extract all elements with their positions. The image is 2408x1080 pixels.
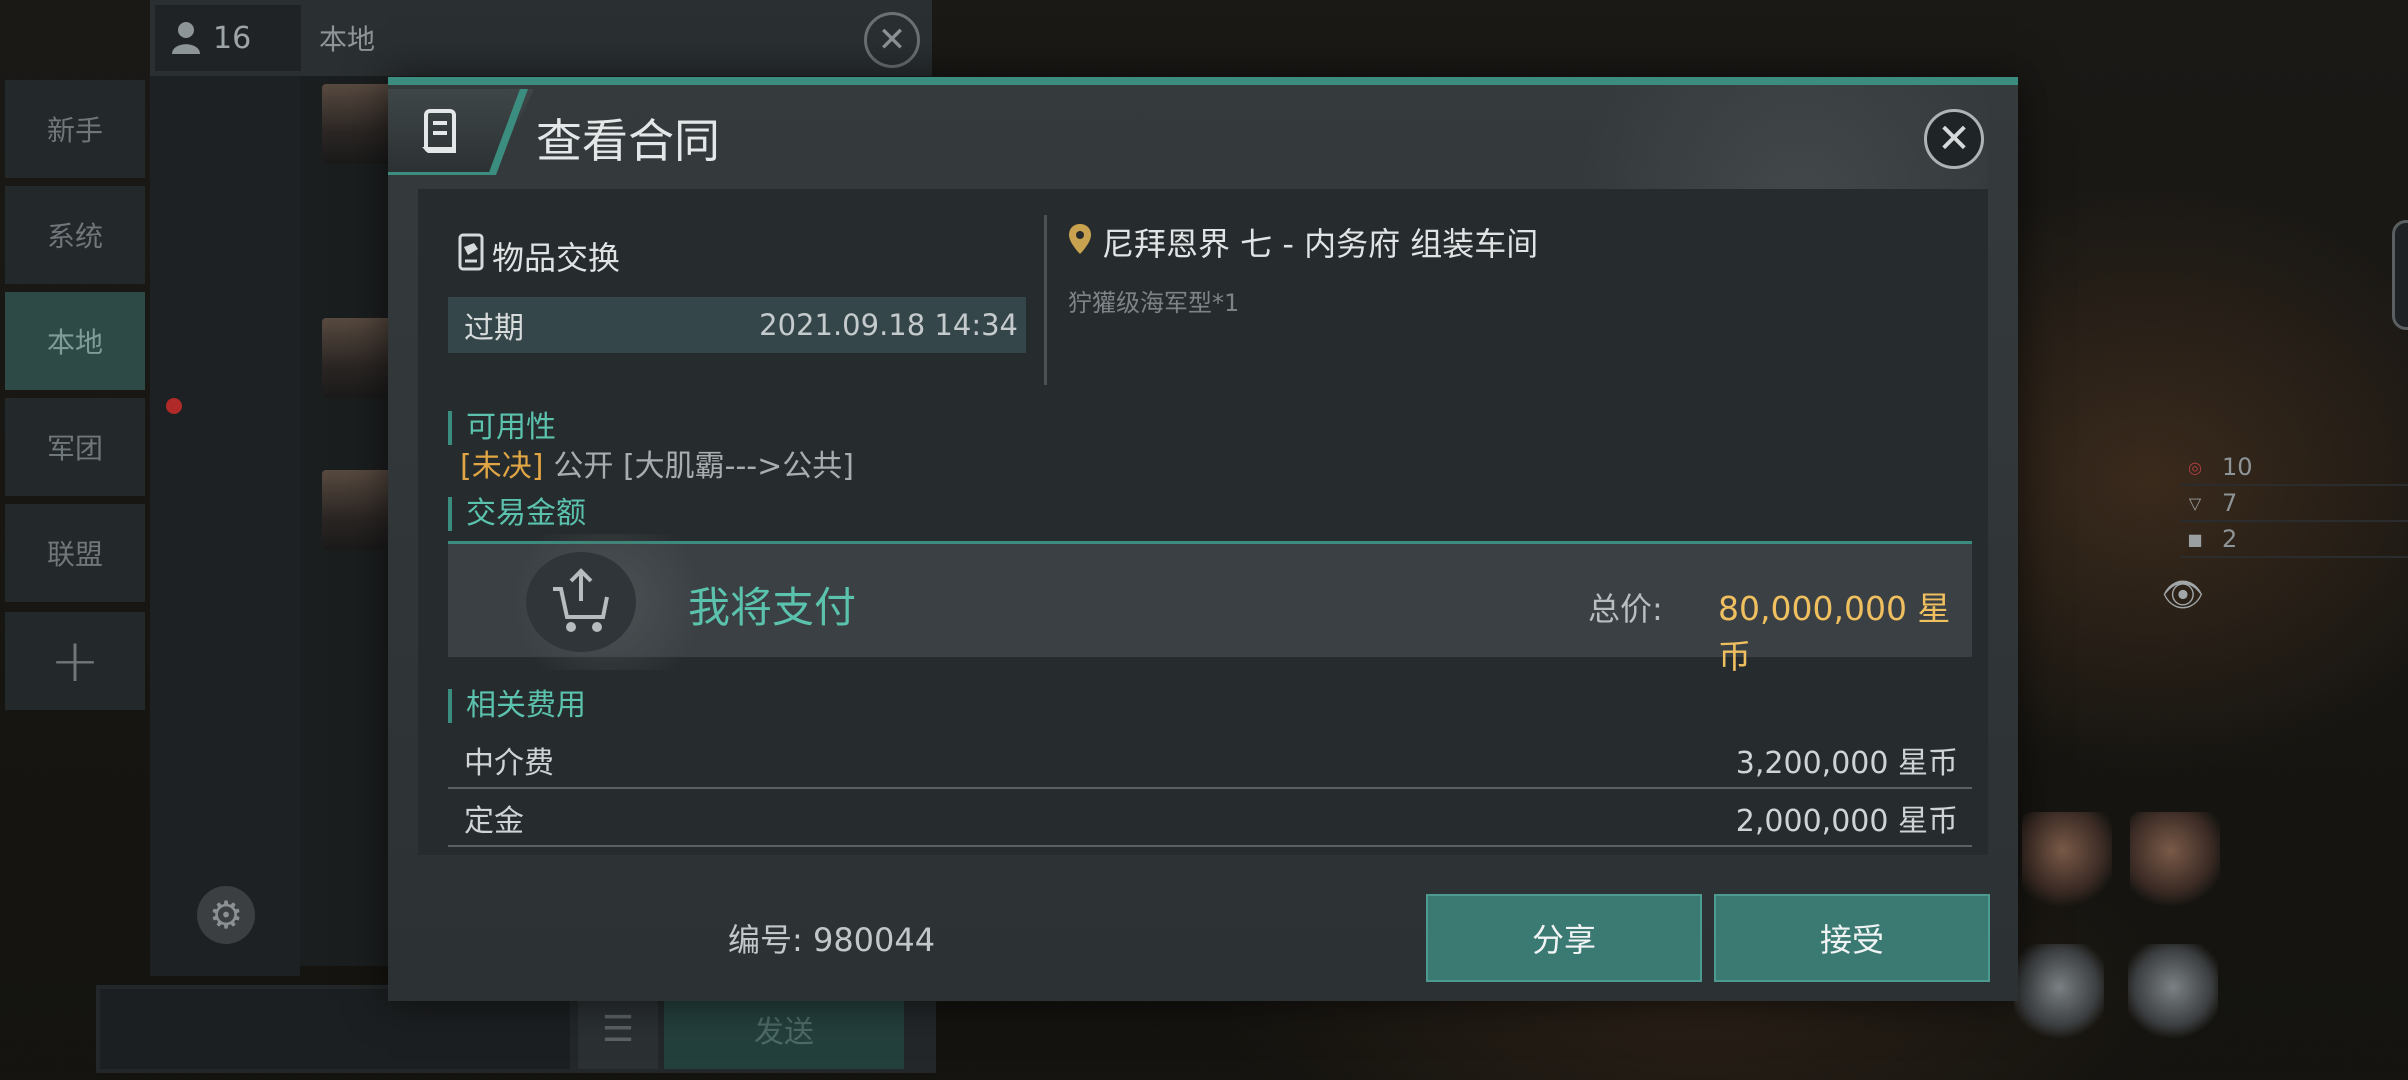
list-button[interactable]: ☰ bbox=[578, 989, 658, 1069]
tab-legion[interactable]: 军团 bbox=[5, 398, 145, 496]
tab-alliance[interactable]: 联盟 bbox=[5, 504, 145, 602]
eye-icon: 👁 bbox=[2161, 575, 2205, 615]
tab-newbie[interactable]: 新手 bbox=[5, 80, 145, 178]
hud-stat-row: ■ 2 bbox=[2180, 522, 2408, 558]
contract-item[interactable]: 狞獾级海军型*1 bbox=[1068, 283, 1239, 318]
chat-input[interactable] bbox=[100, 989, 570, 1069]
tab-local[interactable]: 本地 bbox=[5, 292, 145, 390]
shield-icon: ▽ bbox=[2188, 493, 2202, 513]
list-icon: ☰ bbox=[601, 1008, 635, 1050]
total-value: 80,000,000 星币 bbox=[1718, 589, 1951, 676]
fee-value: 2,000,000 星币 bbox=[1735, 804, 1958, 839]
contract-serial: 编号: 980044 bbox=[728, 921, 936, 959]
contract-details: 物品交换 过期 2021.09.18 14:34 尼拜恩界 七 - 内务府 组装… bbox=[418, 189, 1988, 855]
payment-bar: 我将支付 总价: 80,000,000 星币 bbox=[448, 534, 1972, 676]
expire-date: 2021.09.18 14:34 bbox=[759, 308, 1018, 342]
fee-row-deposit: 定金 2,000,000 星币 bbox=[448, 791, 1972, 847]
dialog-title: 查看合同 bbox=[536, 114, 720, 168]
plus-icon: + bbox=[49, 626, 101, 696]
exchange-icon bbox=[458, 233, 484, 271]
avatar[interactable] bbox=[322, 318, 392, 398]
contract-type: 物品交换 bbox=[492, 239, 621, 277]
online-count-value: 16 bbox=[213, 20, 252, 56]
send-button[interactable]: 发送 bbox=[664, 989, 904, 1069]
contract-location[interactable]: 尼拜恩界 七 - 内务府 组装车间 bbox=[1102, 219, 1538, 265]
scroll-icon bbox=[422, 109, 456, 153]
pay-cart-icon bbox=[526, 552, 636, 652]
pay-direction-label: 我将支付 bbox=[688, 583, 857, 632]
close-icon: ✕ bbox=[1937, 116, 1971, 162]
accept-button[interactable]: 接受 bbox=[1714, 894, 1990, 982]
module-slot[interactable] bbox=[2130, 812, 2220, 908]
chat-header: 16 本地 ✕ bbox=[150, 0, 932, 76]
target-icon: ◎ bbox=[2188, 457, 2202, 477]
fee-row-broker: 中介费 3,200,000 星币 bbox=[448, 733, 1972, 789]
settings-button[interactable]: ⚙ bbox=[197, 886, 255, 944]
location-pin-icon bbox=[1069, 224, 1091, 254]
expire-row: 过期 2021.09.18 14:34 bbox=[448, 297, 1026, 353]
fee-name: 中介费 bbox=[464, 746, 554, 781]
availability-text: 公开 [大肌霸--->公共] bbox=[553, 449, 854, 484]
dialog-close-button[interactable]: ✕ bbox=[1924, 109, 1984, 169]
square-icon: ■ bbox=[2187, 529, 2203, 549]
avatar[interactable] bbox=[322, 470, 392, 550]
share-button[interactable]: 分享 bbox=[1426, 894, 1702, 982]
module-slot[interactable] bbox=[2014, 944, 2104, 1040]
person-icon bbox=[171, 21, 201, 55]
chat-close-button[interactable]: ✕ bbox=[864, 12, 920, 68]
fee-name: 定金 bbox=[464, 804, 524, 839]
availability-status: [未决] bbox=[460, 449, 544, 484]
amount-label: 交易金额 bbox=[448, 497, 586, 531]
hud-stat-value: 10 bbox=[2222, 453, 2253, 481]
notification-dot bbox=[166, 398, 182, 414]
add-channel-button[interactable]: + bbox=[5, 612, 145, 710]
hud-stat-row: ▽ 7 bbox=[2180, 486, 2408, 522]
tab-system[interactable]: 系统 bbox=[5, 186, 145, 284]
side-handle[interactable] bbox=[2392, 220, 2408, 330]
fee-value: 3,200,000 星币 bbox=[1735, 746, 1958, 781]
hud-stat-row: ◎ 10 bbox=[2180, 450, 2408, 486]
chat-sidebar bbox=[150, 76, 300, 976]
gear-icon: ⚙ bbox=[208, 893, 244, 937]
hud-stat-value: 2 bbox=[2222, 525, 2238, 553]
chat-channel-title: 本地 bbox=[319, 23, 376, 56]
availability-line: [未决] 公开 [大肌霸--->公共] bbox=[460, 441, 854, 485]
view-toggle-button[interactable]: 👁 bbox=[2158, 570, 2208, 620]
hud-stat-value: 7 bbox=[2222, 489, 2238, 517]
online-count[interactable]: 16 bbox=[155, 5, 301, 71]
close-icon: ✕ bbox=[877, 20, 907, 60]
expire-label: 过期 bbox=[464, 311, 524, 346]
total-label: 总价: bbox=[1588, 590, 1663, 628]
divider bbox=[1044, 215, 1047, 385]
avatar[interactable] bbox=[322, 84, 392, 164]
hud-stats: ◎ 10 ▽ 7 ■ 2 bbox=[2180, 450, 2408, 558]
module-slot[interactable] bbox=[2022, 812, 2112, 908]
module-slot[interactable] bbox=[2128, 944, 2218, 1040]
fees-label: 相关费用 bbox=[448, 689, 586, 723]
contract-dialog: 查看合同 ✕ 物品交换 过期 2021.09.18 14:34 尼拜恩界 七 -… bbox=[388, 77, 2018, 1001]
availability-label: 可用性 bbox=[448, 411, 556, 445]
dialog-header: 查看合同 ✕ bbox=[388, 85, 2018, 181]
contract-icon-box bbox=[388, 89, 534, 175]
